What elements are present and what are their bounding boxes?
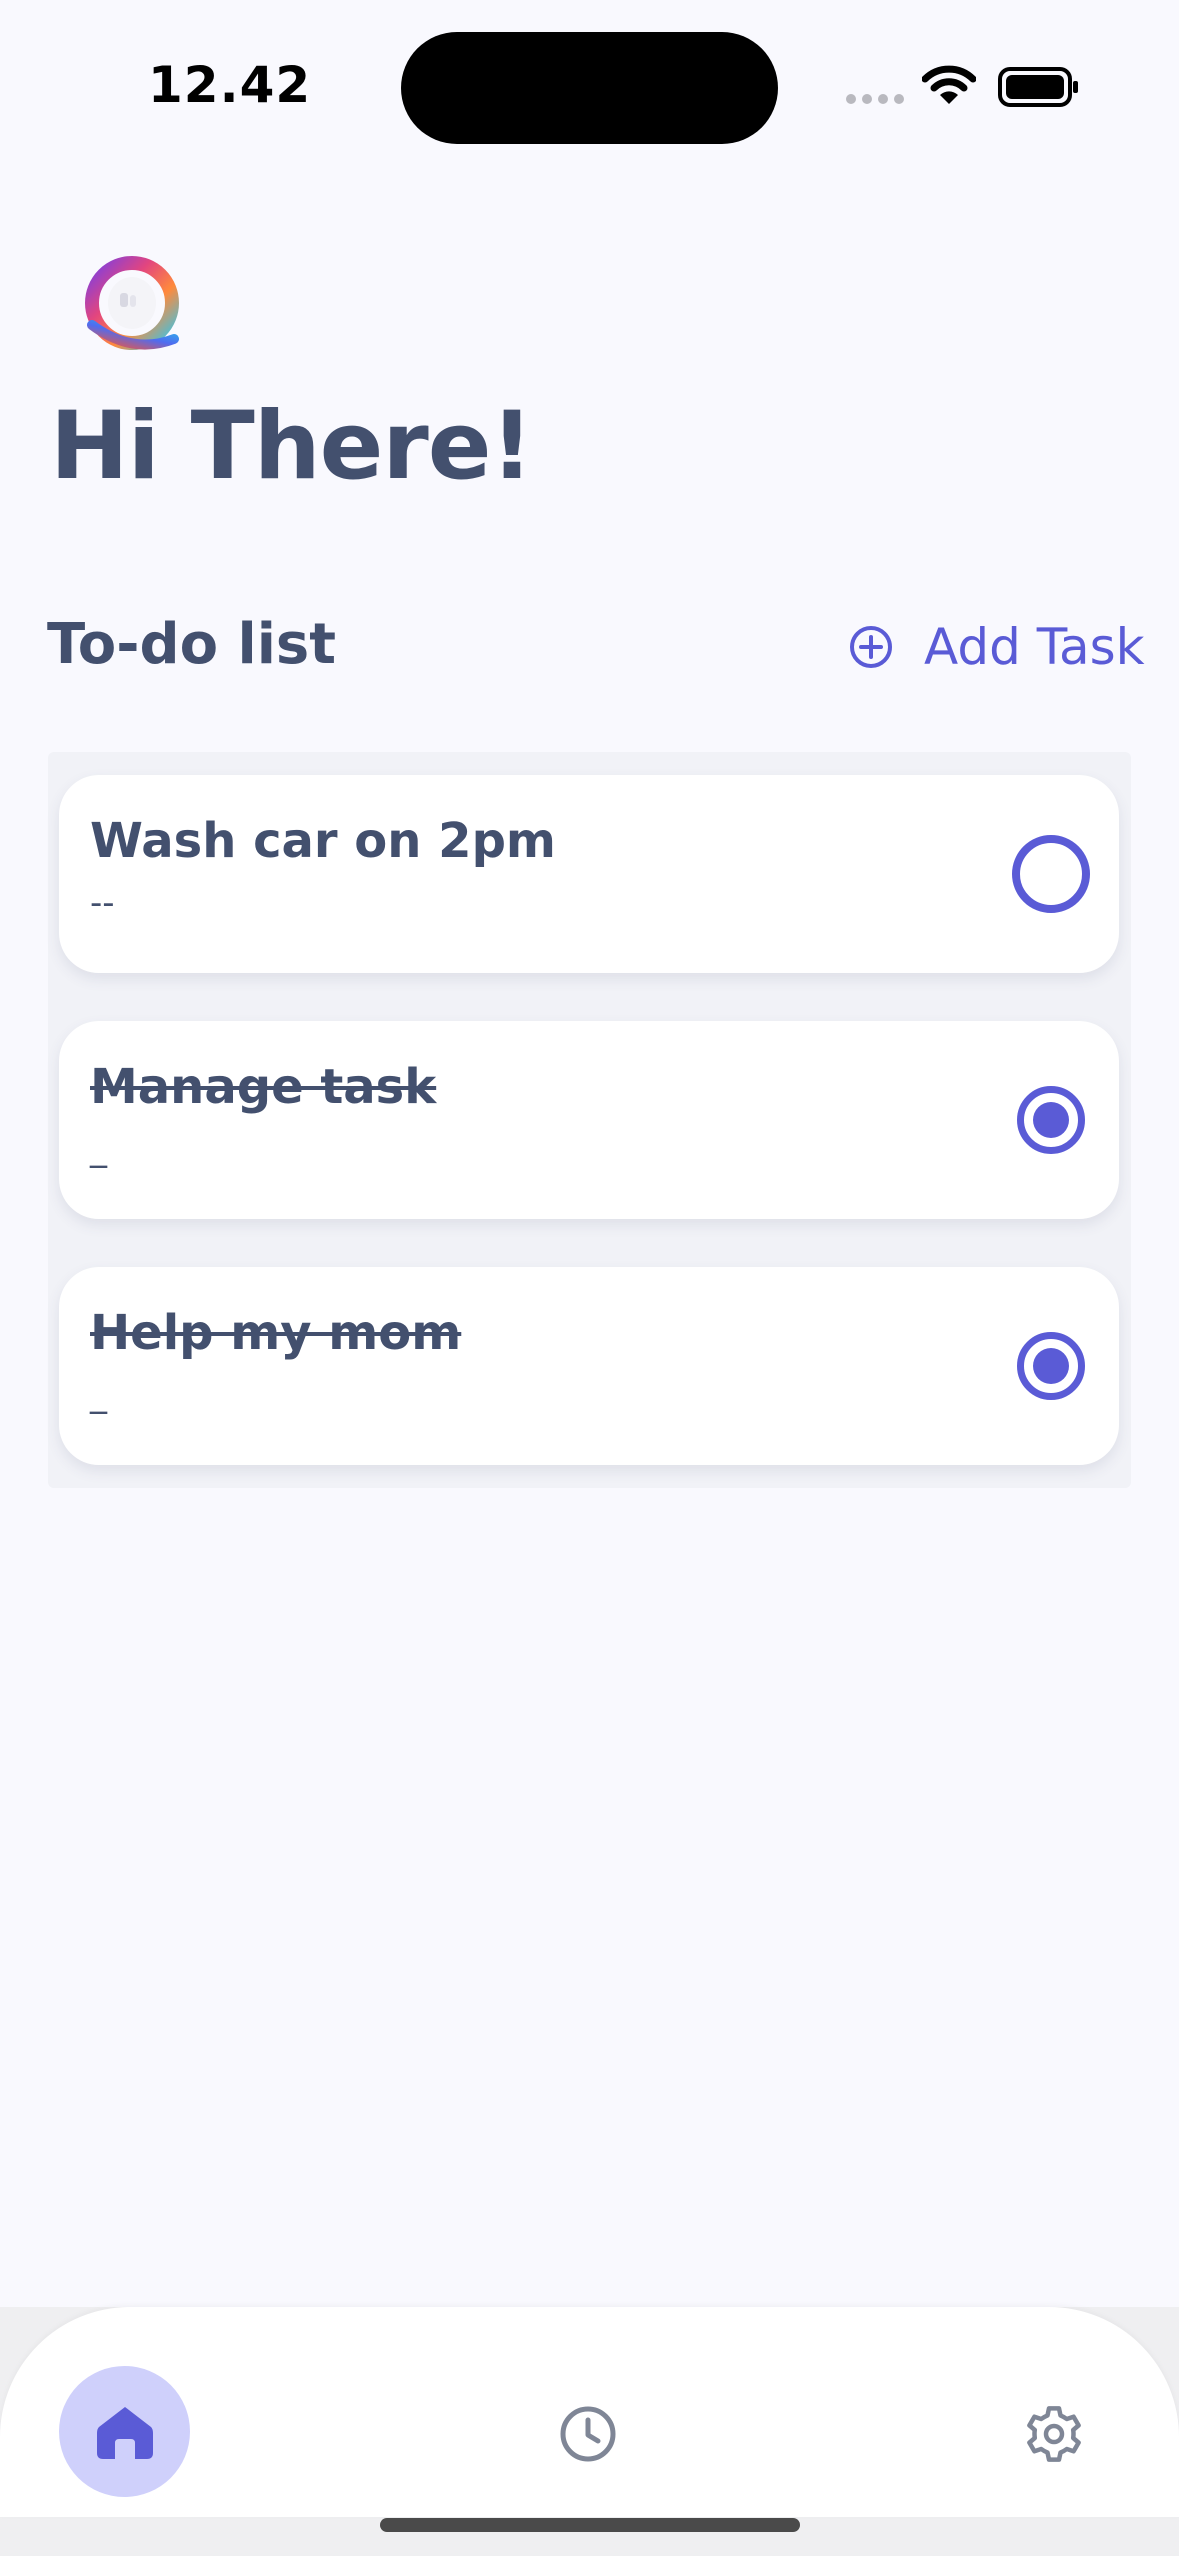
task-title: Manage task bbox=[90, 1059, 437, 1115]
status-time: 12.42 bbox=[148, 56, 312, 114]
dynamic-island bbox=[401, 32, 778, 144]
clock-icon[interactable] bbox=[558, 2404, 618, 2464]
gear-icon[interactable] bbox=[1022, 2402, 1086, 2466]
task-card[interactable]: Manage task _ bbox=[59, 1021, 1119, 1219]
task-complete-toggle[interactable] bbox=[1017, 1086, 1085, 1154]
task-title: Help my mom bbox=[90, 1305, 462, 1361]
home-indicator bbox=[380, 2518, 800, 2532]
task-subtitle: _ bbox=[90, 1129, 107, 1169]
page-title: Hi There! bbox=[50, 392, 533, 501]
wifi-icon bbox=[922, 65, 976, 104]
task-subtitle: _ bbox=[90, 1375, 107, 1415]
plus-circle-icon bbox=[850, 626, 892, 668]
add-task-label: Add Task bbox=[924, 618, 1145, 676]
battery-icon bbox=[998, 67, 1078, 107]
nav-home-button[interactable] bbox=[59, 2366, 190, 2497]
add-task-button[interactable]: Add Task bbox=[848, 618, 1145, 676]
task-complete-toggle[interactable] bbox=[1017, 1332, 1085, 1400]
section-title: To-do list bbox=[47, 612, 337, 677]
task-title: Wash car on 2pm bbox=[90, 813, 556, 869]
home-icon bbox=[96, 2406, 153, 2459]
cellular-signal-icon bbox=[846, 94, 904, 104]
task-card[interactable]: Help my mom _ bbox=[59, 1267, 1119, 1465]
task-complete-toggle[interactable] bbox=[1012, 835, 1090, 913]
task-subtitle: -- bbox=[90, 883, 115, 923]
task-card[interactable]: Wash car on 2pm -- bbox=[59, 775, 1119, 973]
app-logo bbox=[85, 256, 179, 350]
